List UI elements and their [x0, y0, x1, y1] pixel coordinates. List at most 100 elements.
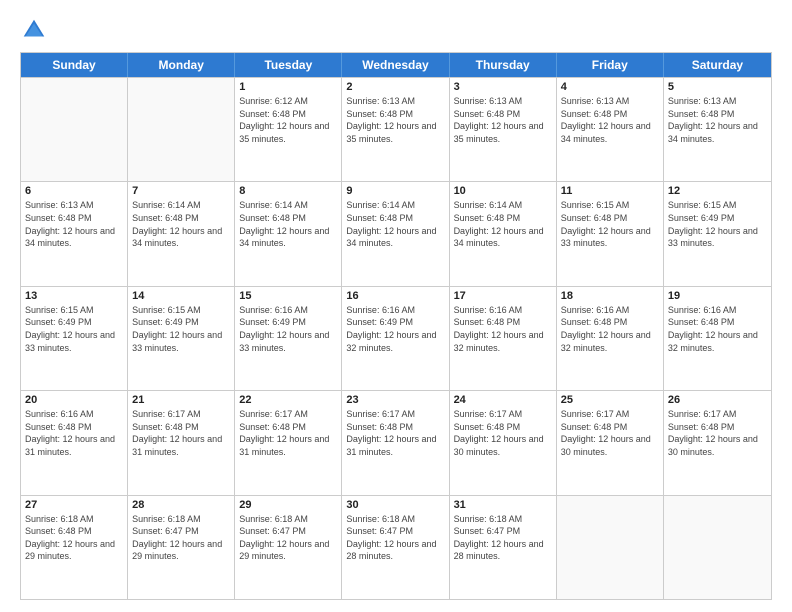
day-number: 29 — [239, 499, 337, 511]
day-cell: 3 Sunrise: 6:13 AM Sunset: 6:48 PM Daylig… — [450, 78, 557, 181]
day-cell: 19 Sunrise: 6:16 AM Sunset: 6:48 PM Dayli… — [664, 287, 771, 390]
day-cell: 25Sunrise: 6:17 AM Sunset: 6:48 PM Dayli… — [557, 391, 664, 494]
day-cell: 31 Sunrise: 6:18 AM Sunset: 6:47 PM Dayli… — [450, 496, 557, 599]
day-info: Sunrise: 6:18 AM Sunset: 6:47 PM Dayligh… — [346, 513, 444, 563]
day-cell: 15 Sunrise: 6:16 AM Sunset: 6:49 PM Dayli… — [235, 287, 342, 390]
day-info: Sunrise: 6:15 AM Sunset: 6:49 PM Dayligh… — [25, 304, 123, 354]
calendar-week-row: 27 Sunrise: 6:18 AM Sunset: 6:48 PM Dayli… — [21, 495, 771, 599]
calendar-header: SundayMondayTuesdayWednesdayThursdayFrid… — [21, 53, 771, 77]
day-info: Sunrise: 6:17 AM Sunset: 6:48 PM Dayligh… — [346, 408, 444, 458]
day-number: 11 — [561, 185, 659, 197]
day-number: 21 — [132, 394, 230, 406]
day-info: Sunrise: 6:13 AM Sunset: 6:48 PM Dayligh… — [561, 95, 659, 145]
day-header: Sunday — [21, 53, 128, 77]
day-cell: 23 Sunrise: 6:17 AM Sunset: 6:48 PM Dayli… — [342, 391, 449, 494]
day-number: 15 — [239, 290, 337, 302]
day-info: Sunrise: 6:17 AM Sunset: 6:48 PM Dayligh… — [454, 408, 552, 458]
logo — [20, 16, 52, 44]
day-number: 18 — [561, 290, 659, 302]
day-cell: 22Sunrise: 6:17 AM Sunset: 6:48 PM Dayli… — [235, 391, 342, 494]
day-info: Sunrise: 6:17 AM Sunset: 6:48 PM Dayligh… — [239, 408, 337, 458]
header — [20, 16, 772, 44]
day-cell: 29 Sunrise: 6:18 AM Sunset: 6:47 PM Dayli… — [235, 496, 342, 599]
day-number: 14 — [132, 290, 230, 302]
day-header: Friday — [557, 53, 664, 77]
day-cell: 4 Sunrise: 6:13 AM Sunset: 6:48 PM Daylig… — [557, 78, 664, 181]
day-number: 2 — [346, 81, 444, 93]
day-info: Sunrise: 6:15 AM Sunset: 6:49 PM Dayligh… — [132, 304, 230, 354]
day-number: 12 — [668, 185, 767, 197]
day-number: 5 — [668, 81, 767, 93]
day-number: 9 — [346, 185, 444, 197]
day-cell: 24Sunrise: 6:17 AM Sunset: 6:48 PM Dayli… — [450, 391, 557, 494]
day-number: 10 — [454, 185, 552, 197]
day-info: Sunrise: 6:15 AM Sunset: 6:49 PM Dayligh… — [668, 199, 767, 249]
day-number: 17 — [454, 290, 552, 302]
day-cell: 27 Sunrise: 6:18 AM Sunset: 6:48 PM Dayli… — [21, 496, 128, 599]
day-cell: 30 Sunrise: 6:18 AM Sunset: 6:47 PM Dayli… — [342, 496, 449, 599]
day-info: Sunrise: 6:16 AM Sunset: 6:48 PM Dayligh… — [668, 304, 767, 354]
calendar: SundayMondayTuesdayWednesdayThursdayFrid… — [20, 52, 772, 600]
empty-cell — [557, 496, 664, 599]
day-cell: 9 Sunrise: 6:14 AM Sunset: 6:48 PM Daylig… — [342, 182, 449, 285]
day-cell: 18Sunrise: 6:16 AM Sunset: 6:48 PM Dayli… — [557, 287, 664, 390]
day-number: 23 — [346, 394, 444, 406]
day-cell: 17 Sunrise: 6:16 AM Sunset: 6:48 PM Dayli… — [450, 287, 557, 390]
day-number: 20 — [25, 394, 123, 406]
calendar-week-row: 6 Sunrise: 6:13 AM Sunset: 6:48 PM Daylig… — [21, 181, 771, 285]
day-info: Sunrise: 6:18 AM Sunset: 6:47 PM Dayligh… — [239, 513, 337, 563]
day-cell: 12 Sunrise: 6:15 AM Sunset: 6:49 PM Dayli… — [664, 182, 771, 285]
day-number: 4 — [561, 81, 659, 93]
day-info: Sunrise: 6:16 AM Sunset: 6:48 PM Dayligh… — [25, 408, 123, 458]
calendar-body: 1Sunrise: 6:12 AM Sunset: 6:48 PM Daylig… — [21, 77, 771, 599]
day-cell: 6 Sunrise: 6:13 AM Sunset: 6:48 PM Daylig… — [21, 182, 128, 285]
day-info: Sunrise: 6:18 AM Sunset: 6:48 PM Dayligh… — [25, 513, 123, 563]
day-number: 19 — [668, 290, 767, 302]
day-info: Sunrise: 6:13 AM Sunset: 6:48 PM Dayligh… — [346, 95, 444, 145]
day-info: Sunrise: 6:13 AM Sunset: 6:48 PM Dayligh… — [668, 95, 767, 145]
day-info: Sunrise: 6:14 AM Sunset: 6:48 PM Dayligh… — [132, 199, 230, 249]
day-number: 8 — [239, 185, 337, 197]
day-header: Wednesday — [342, 53, 449, 77]
day-info: Sunrise: 6:16 AM Sunset: 6:48 PM Dayligh… — [454, 304, 552, 354]
day-cell: 14 Sunrise: 6:15 AM Sunset: 6:49 PM Dayli… — [128, 287, 235, 390]
day-header: Monday — [128, 53, 235, 77]
day-cell: 1Sunrise: 6:12 AM Sunset: 6:48 PM Daylig… — [235, 78, 342, 181]
day-number: 31 — [454, 499, 552, 511]
day-info: Sunrise: 6:13 AM Sunset: 6:48 PM Dayligh… — [454, 95, 552, 145]
empty-cell — [21, 78, 128, 181]
day-number: 3 — [454, 81, 552, 93]
day-info: Sunrise: 6:17 AM Sunset: 6:48 PM Dayligh… — [668, 408, 767, 458]
day-cell: 11 Sunrise: 6:15 AM Sunset: 6:48 PM Dayli… — [557, 182, 664, 285]
page: SundayMondayTuesdayWednesdayThursdayFrid… — [0, 0, 792, 612]
day-cell: 28Sunrise: 6:18 AM Sunset: 6:47 PM Dayli… — [128, 496, 235, 599]
day-cell: 10Sunrise: 6:14 AM Sunset: 6:48 PM Dayli… — [450, 182, 557, 285]
day-info: Sunrise: 6:18 AM Sunset: 6:47 PM Dayligh… — [454, 513, 552, 563]
day-info: Sunrise: 6:13 AM Sunset: 6:48 PM Dayligh… — [25, 199, 123, 249]
day-info: Sunrise: 6:14 AM Sunset: 6:48 PM Dayligh… — [239, 199, 337, 249]
day-info: Sunrise: 6:15 AM Sunset: 6:48 PM Dayligh… — [561, 199, 659, 249]
empty-cell — [128, 78, 235, 181]
day-number: 6 — [25, 185, 123, 197]
day-cell: 26Sunrise: 6:17 AM Sunset: 6:48 PM Dayli… — [664, 391, 771, 494]
day-cell: 21 Sunrise: 6:17 AM Sunset: 6:48 PM Dayli… — [128, 391, 235, 494]
day-info: Sunrise: 6:17 AM Sunset: 6:48 PM Dayligh… — [132, 408, 230, 458]
day-number: 27 — [25, 499, 123, 511]
day-info: Sunrise: 6:18 AM Sunset: 6:47 PM Dayligh… — [132, 513, 230, 563]
logo-icon — [20, 16, 48, 44]
day-number: 7 — [132, 185, 230, 197]
day-info: Sunrise: 6:16 AM Sunset: 6:49 PM Dayligh… — [239, 304, 337, 354]
day-header: Thursday — [450, 53, 557, 77]
day-info: Sunrise: 6:14 AM Sunset: 6:48 PM Dayligh… — [346, 199, 444, 249]
calendar-week-row: 20 Sunrise: 6:16 AM Sunset: 6:48 PM Dayli… — [21, 390, 771, 494]
day-info: Sunrise: 6:12 AM Sunset: 6:48 PM Dayligh… — [239, 95, 337, 145]
day-header: Saturday — [664, 53, 771, 77]
day-number: 30 — [346, 499, 444, 511]
empty-cell — [664, 496, 771, 599]
day-header: Tuesday — [235, 53, 342, 77]
day-cell: 16Sunrise: 6:16 AM Sunset: 6:49 PM Dayli… — [342, 287, 449, 390]
day-number: 13 — [25, 290, 123, 302]
day-cell: 8 Sunrise: 6:14 AM Sunset: 6:48 PM Daylig… — [235, 182, 342, 285]
day-cell: 7 Sunrise: 6:14 AM Sunset: 6:48 PM Daylig… — [128, 182, 235, 285]
day-cell: 20 Sunrise: 6:16 AM Sunset: 6:48 PM Dayli… — [21, 391, 128, 494]
